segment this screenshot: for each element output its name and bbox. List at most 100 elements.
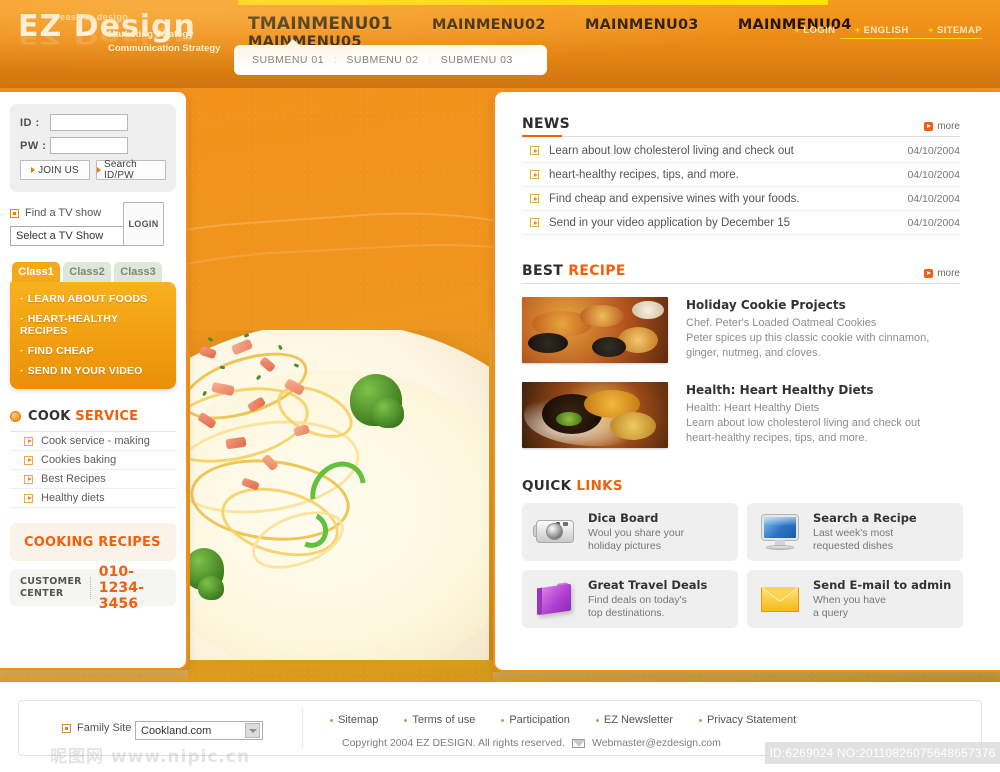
cook-service-item-3[interactable]: Best Recipes [10,470,176,489]
footer-links: Sitemap Terms of use Participation EZ Ne… [330,714,796,726]
bullet-icon: · [20,313,24,325]
quick-link-travel-deals[interactable]: Great Travel Deals Find deals on today's… [522,570,738,628]
news-row[interactable]: Send in your video application by Decemb… [522,211,960,235]
quick-link-dica-board[interactable]: Dica Board Woul you share your holiday p… [522,503,738,561]
recipe-thumbnail[interactable] [522,297,668,363]
best-recipe-more-link[interactable]: more [924,268,960,279]
search-idpw-label: Search ID/PW [104,159,137,181]
main-menu-item-3[interactable]: MAINMENU03 [585,17,699,33]
tab-class2[interactable]: Class2 [63,262,111,282]
class-item-1-label: LEARN ABOUT FOODS [27,293,148,305]
bullet-icon: + [928,25,934,36]
arrow-square-icon [24,455,33,465]
submenu-item-2[interactable]: SUBMENU 02 [346,54,418,66]
search-idpw-button[interactable]: Search ID/PW [96,159,166,181]
quick-link-title: Send E-mail to admin [813,578,952,592]
bullet-dot-icon [404,718,408,722]
best-recipe-title-strong: BEST [522,263,564,279]
find-tv-show-label: Find a TV show [25,207,102,219]
footer-link-participation-label: Participation [509,714,570,726]
recipe-item: Health: Heart Healthy Diets Health: Hear… [522,382,960,448]
cook-service-item-1[interactable]: Cook service - making [10,432,176,451]
utility-link-login[interactable]: + LOGIN [794,25,835,36]
news-row[interactable]: Find cheap and expensive wines with your… [522,187,960,211]
news-row[interactable]: heart-healthy recipes, tips, and more. 0… [522,163,960,187]
customer-center-label-line1: CUSTOMER [20,575,82,587]
main-menu-item-1[interactable]: TMAINMENU01 [248,14,393,34]
envelope-icon [757,578,803,620]
id-input[interactable] [50,114,128,131]
recipe-thumbnail[interactable] [522,382,668,448]
cooking-recipes-banner[interactable]: COOKING RECIPES [10,523,176,561]
best-recipe-more-label: more [937,268,960,279]
footer-divider [302,708,303,748]
submenu-separator-2: : [427,54,432,66]
submenu-item-3[interactable]: SUBMENU 03 [441,54,513,66]
cook-service-item-4[interactable]: Healthy diets [10,489,176,508]
class-item-3[interactable]: · FIND CHEAP [20,345,166,357]
quick-link-send-email[interactable]: Send E-mail to admin When you have a que… [747,570,963,628]
footer-link-privacy[interactable]: Privacy Statement [698,714,796,726]
news-item-title: Send in your video application by Decemb… [549,216,791,229]
news-list: Learn about low cholesterol living and c… [522,139,960,235]
footer-link-terms[interactable]: Terms of use [404,714,475,726]
more-arrow-icon [924,269,934,278]
arrow-square-icon [24,436,33,446]
class-item-2[interactable]: · HEART-HEALTHY RECIPES [20,313,166,337]
recipe-desc-line1: Chef. Peter's Loaded Oatmeal Cookies [686,317,877,329]
footer-link-participation[interactable]: Participation [501,714,570,726]
utility-link-english[interactable]: + ENGLISH [855,25,909,36]
footer-link-newsletter[interactable]: EZ Newsletter [595,714,673,726]
monitor-icon [757,511,803,553]
quick-link-desc-line1: Last week's most [813,527,894,539]
utility-link-sitemap-label: SITEMAP [936,25,982,36]
hero-food-photo [190,330,495,660]
utility-link-sitemap[interactable]: + SITEMAP [928,25,982,36]
camera-icon [532,511,578,553]
utility-underline [840,38,982,39]
bullet-dot-icon [698,718,702,722]
arrow-square-icon [530,146,539,155]
join-us-button[interactable]: JOIN US [20,160,90,180]
news-title: NEWS [522,116,571,132]
footer-link-sitemap[interactable]: Sitemap [330,714,378,726]
quick-link-title: Dica Board [588,511,659,525]
divider [89,576,91,599]
quick-link-desc-line2: requested dishes [813,540,893,552]
quick-links-grid: Dica Board Woul you share your holiday p… [522,503,963,628]
footer-link-sitemap-label: Sitemap [338,714,379,726]
footer-webmaster-email[interactable]: Webmaster@ezdesign.com [592,737,721,749]
join-us-label: JOIN US [38,164,79,176]
recipe-body: Health: Heart Healthy Diets Health: Hear… [686,382,920,448]
login-button[interactable]: LOGIN [123,202,164,246]
news-header: NEWS more [522,116,960,137]
cook-service-title: COOK SERVICE [28,409,138,424]
main-menu-item-2[interactable]: MAINMENU02 [432,17,546,33]
recipe-title[interactable]: Health: Heart Healthy Diets [686,383,920,397]
bullet-icon: · [20,345,24,357]
tab-class1[interactable]: Class1 [12,262,60,282]
pw-input[interactable] [50,137,128,154]
quick-link-body: Dica Board Woul you share your holiday p… [588,511,684,553]
class-item-1[interactable]: · LEARN ABOUT FOODS [20,293,166,305]
quick-link-search-recipe[interactable]: Search a Recipe Last week's most request… [747,503,963,561]
class-item-4[interactable]: · SEND IN YOUR VIDEO [20,365,166,377]
quick-link-body: Search a Recipe Last week's most request… [813,511,917,553]
best-recipe-title-accent: RECIPE [568,263,626,279]
news-item-date: 04/10/2004 [907,216,960,229]
cook-service-item-2[interactable]: Cookies baking [10,451,176,470]
footer-copyright-row: Copyright 2004 EZ DESIGN. All rights res… [342,737,721,749]
news-more-link[interactable]: more [924,121,960,132]
recipe-desc-line2: Learn about low cholesterol living and c… [686,417,921,429]
recipe-desc-line2: Peter spices up this classic cookie with… [686,332,930,344]
book-icon [532,578,578,620]
tab-class3[interactable]: Class3 [114,262,162,282]
arrow-square-icon [530,170,539,179]
submenu-item-1[interactable]: SUBMENU 01 [252,54,324,66]
quick-link-title: Great Travel Deals [588,578,708,592]
arrow-square-icon [530,194,539,203]
recipe-title[interactable]: Holiday Cookie Projects [686,298,929,312]
family-site-select[interactable]: Cookland.com [135,721,263,740]
orange-dot-icon [10,411,21,422]
news-row[interactable]: Learn about low cholesterol living and c… [522,139,960,163]
